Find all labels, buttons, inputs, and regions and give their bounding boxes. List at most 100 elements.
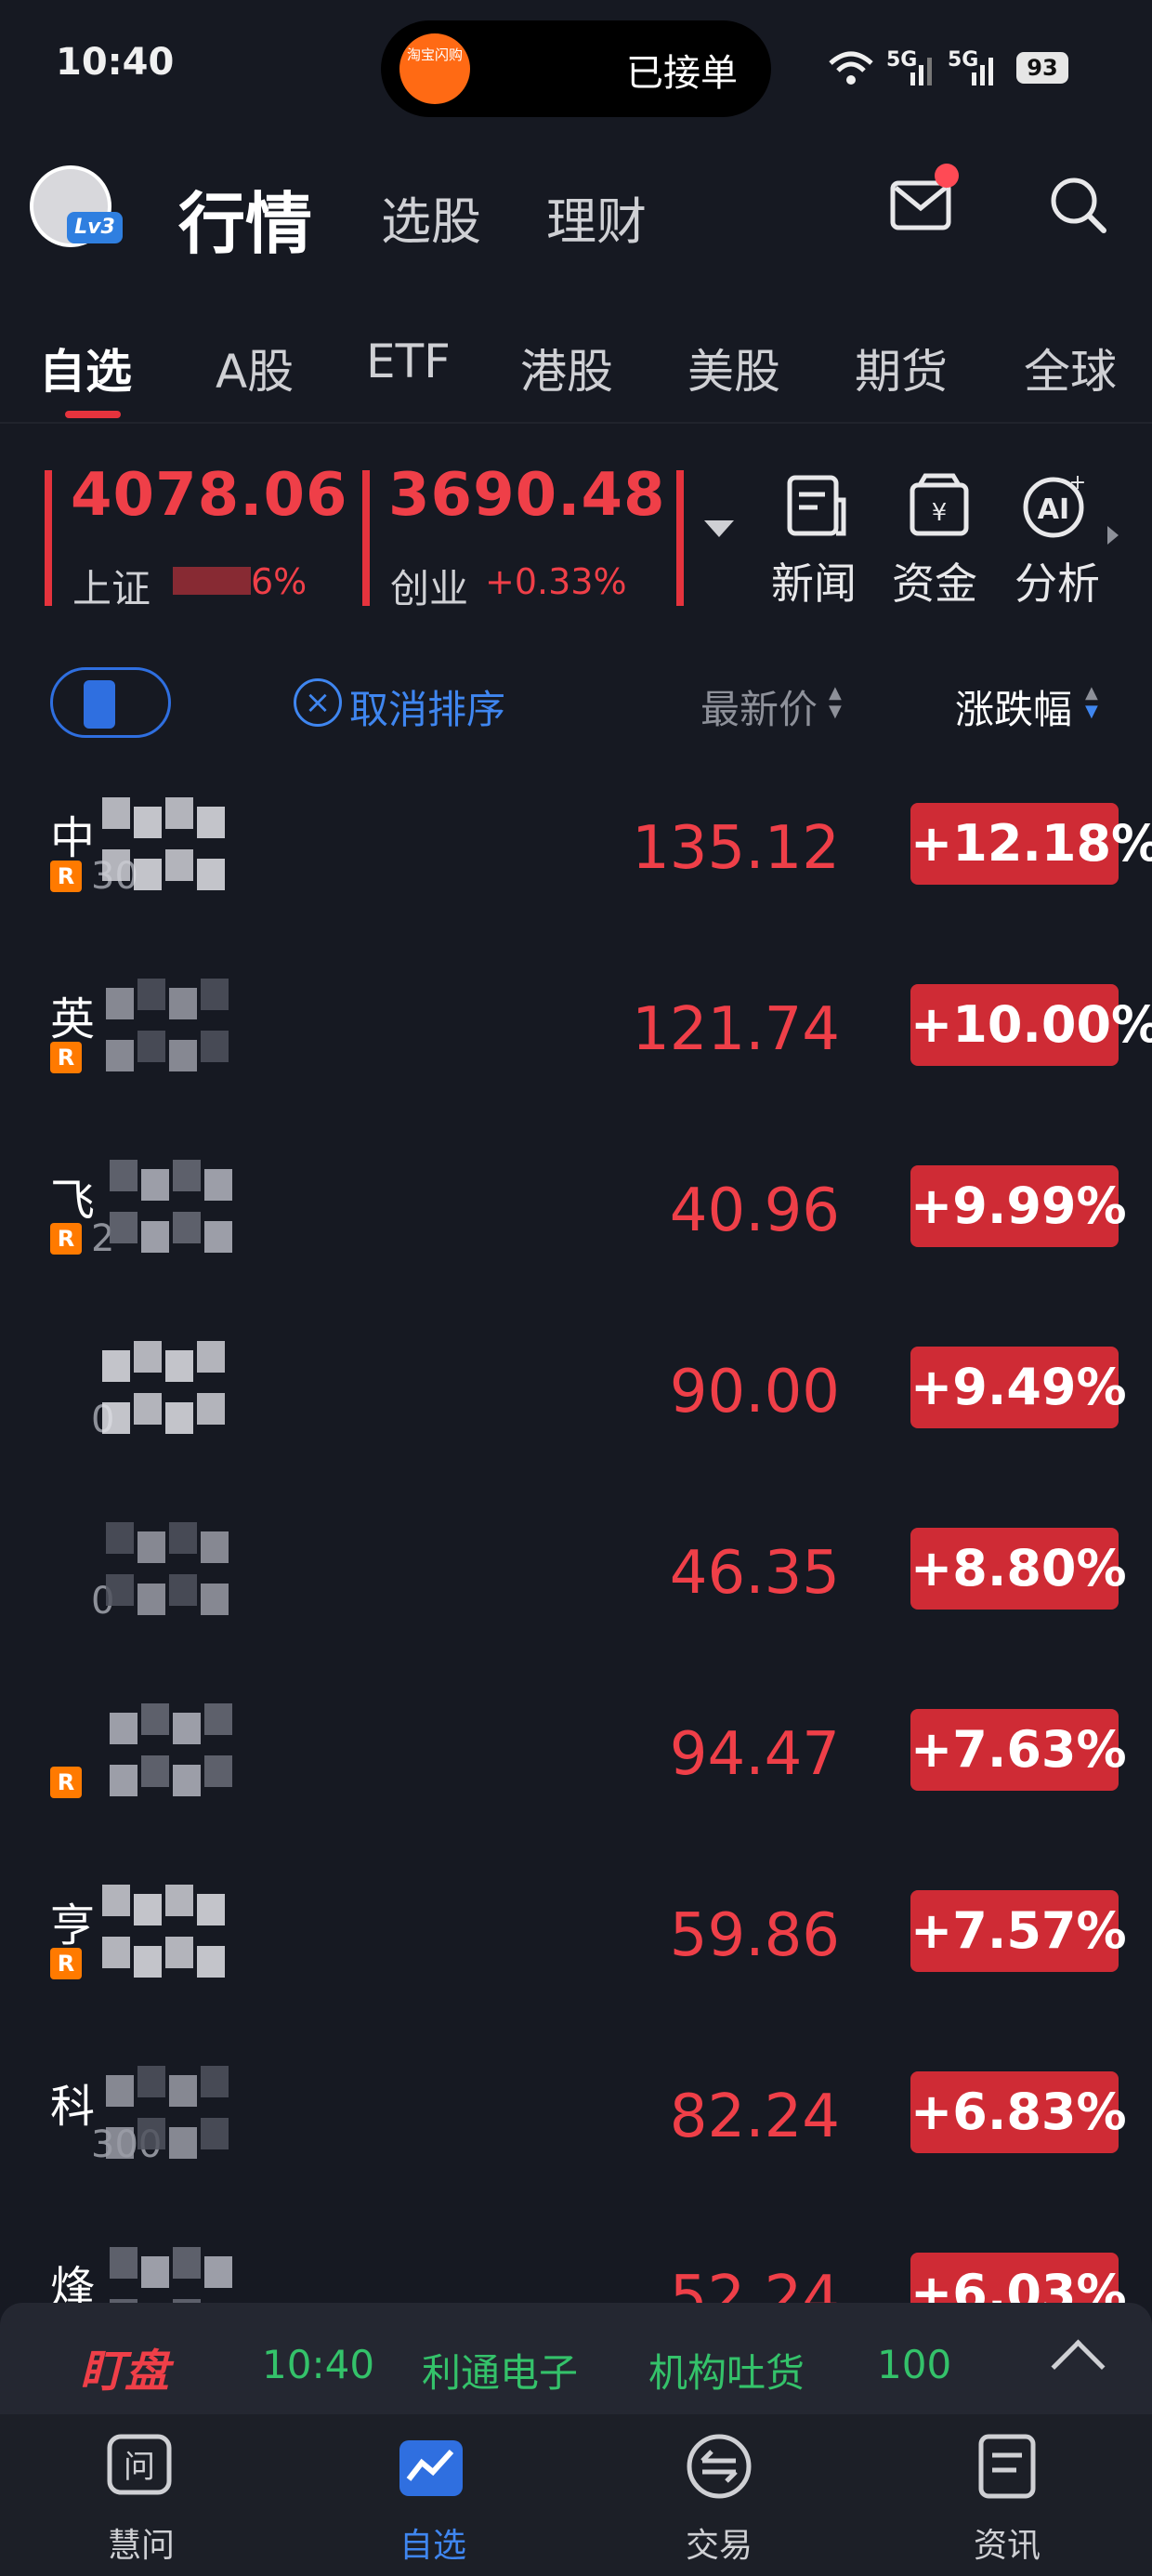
tab-global[interactable]: 全球 xyxy=(1024,335,1117,401)
toggle-knob xyxy=(84,680,115,729)
watchlist-icon[interactable] xyxy=(396,2431,466,2502)
ticker-stock[interactable]: 利通电子 xyxy=(422,2342,578,2399)
pixelation-mask xyxy=(102,1885,242,1994)
svg-text:+: + xyxy=(1069,472,1086,494)
bottom-nav-trade[interactable]: 交易 xyxy=(645,2518,793,2567)
index-sh-change: 6% xyxy=(251,561,308,602)
tab-divider xyxy=(0,422,1152,424)
sort-arrows-icon: ▲ ▼ xyxy=(829,683,842,721)
nav-market[interactable]: 行情 xyxy=(178,169,312,267)
stock-name: 亨 xyxy=(50,1899,96,1952)
ticker-brand: 盯盘 xyxy=(80,2346,170,2398)
bottom-nav: 问 慧问 自选 交易 资讯 xyxy=(0,2414,1152,2576)
change-badge: +6.83% xyxy=(910,2071,1127,2153)
tab-etf[interactable]: ETF xyxy=(366,335,451,388)
news-feed-icon[interactable] xyxy=(972,2431,1042,2502)
status-time: 10:40 xyxy=(56,41,175,84)
bottom-nav-ask[interactable]: 慧问 xyxy=(67,2518,216,2567)
fund-flow-icon[interactable]: ¥ xyxy=(907,472,972,539)
change-badge: +7.63% xyxy=(910,1709,1127,1791)
index-accent-bar xyxy=(362,470,370,606)
sort-arrows-icon: ▲ ▼ xyxy=(1085,683,1098,721)
tab-hk-stocks[interactable]: 港股 xyxy=(520,335,613,401)
change-badge: +8.80% xyxy=(910,1528,1127,1610)
mail-icon[interactable] xyxy=(890,180,951,230)
trade-icon[interactable] xyxy=(684,2431,754,2502)
change-badge: +10.00% xyxy=(910,984,1152,1066)
level-badge: Lv3 xyxy=(67,212,123,243)
chevron-up-icon[interactable] xyxy=(1051,2339,1106,2394)
pixelation-mask xyxy=(106,979,245,1088)
stock-price: 90.00 xyxy=(669,1358,840,1426)
island-text: 已接单 xyxy=(626,52,738,95)
dynamic-island[interactable]: 淘宝闪购 已接单 xyxy=(381,20,771,117)
index-cy-name: 创业 xyxy=(390,566,469,611)
news-icon[interactable] xyxy=(784,472,849,539)
stock-price: 121.74 xyxy=(632,995,840,1064)
ticker-amount: 100 xyxy=(877,2342,952,2387)
tab-us-stocks[interactable]: 美股 xyxy=(687,335,780,401)
price-column-header[interactable]: 最新价 xyxy=(700,678,818,735)
index-cy-value[interactable]: 3690.48 xyxy=(388,461,666,530)
island-app-icon: 淘宝闪购 xyxy=(399,33,470,104)
stock-row[interactable]: 中R30135.12+12.18% xyxy=(0,768,1152,949)
svg-text:问: 问 xyxy=(124,2449,155,2486)
svg-text:AI: AI xyxy=(1038,493,1069,526)
change-badge: +9.99% xyxy=(910,1165,1127,1247)
stock-row[interactable]: R 94.47 +7.63% xyxy=(0,1674,1152,1855)
index-accent-bar xyxy=(45,470,52,606)
index-accent-bar xyxy=(676,470,684,606)
stock-price: 82.24 xyxy=(669,2083,840,2151)
nav-wealth[interactable]: 理财 xyxy=(546,180,647,254)
stock-name: 科 xyxy=(50,2081,96,2133)
pixelation-mask xyxy=(173,567,251,595)
change-badge: +12.18% xyxy=(910,803,1152,885)
nav-stock-picker[interactable]: 选股 xyxy=(381,180,481,254)
signal-bars-icon xyxy=(972,58,993,85)
margin-badge: R xyxy=(50,861,82,892)
wifi-icon xyxy=(829,51,873,85)
ask-icon[interactable]: 问 xyxy=(104,2431,175,2502)
stock-row[interactable]: 飞 R 2 40.96 +9.99% xyxy=(0,1130,1152,1311)
stock-price: 59.86 xyxy=(669,1901,840,1970)
stock-price: 46.35 xyxy=(669,1539,840,1608)
ai-analysis-icon[interactable]: AI + xyxy=(1022,472,1087,539)
ticker-event: 机构吐货 xyxy=(648,2350,805,2396)
stock-price: 40.96 xyxy=(669,1176,840,1245)
bottom-nav-watchlist[interactable]: 自选 xyxy=(359,2518,507,2567)
tab-futures[interactable]: 期货 xyxy=(855,335,948,401)
pixelation-mask xyxy=(106,1522,245,1632)
ticker-time: 10:40 xyxy=(262,2342,375,2387)
chevron-right-icon[interactable] xyxy=(1107,526,1119,545)
margin-badge: R xyxy=(50,1767,82,1798)
stock-row[interactable]: 090.00+9.49% xyxy=(0,1311,1152,1492)
pixelation-mask xyxy=(102,797,242,907)
tool-analysis-label[interactable]: 分析 xyxy=(1015,550,1100,611)
index-sh-name: 上证 xyxy=(72,566,151,611)
signal-bars-icon xyxy=(910,58,932,85)
svg-text:¥: ¥ xyxy=(932,499,948,527)
tab-watchlist[interactable]: 自选 xyxy=(39,335,132,401)
tool-news-label[interactable]: 新闻 xyxy=(771,550,857,611)
search-icon[interactable] xyxy=(1048,175,1109,236)
bottom-nav-news[interactable]: 资讯 xyxy=(933,2518,1081,2567)
stock-name: 英 xyxy=(50,993,96,1045)
chevron-down-icon[interactable] xyxy=(704,520,734,537)
pixelation-mask xyxy=(110,1703,249,1813)
tab-a-shares[interactable]: A股 xyxy=(216,335,294,401)
close-circle-icon[interactable]: × xyxy=(294,678,342,727)
stock-row[interactable]: 英 R 121.74 +10.00% xyxy=(0,949,1152,1130)
change-badge: +9.49% xyxy=(910,1347,1127,1428)
tool-funds-label[interactable]: 资金 xyxy=(892,550,977,611)
change-column-header[interactable]: 涨跌幅 xyxy=(955,678,1072,735)
market-ticker[interactable]: 盯盘 10:40 利通电子 机构吐货 100 xyxy=(0,2303,1152,2414)
notification-dot xyxy=(935,164,959,188)
stock-row[interactable]: 0 46.35 +8.80% xyxy=(0,1492,1152,1674)
index-sh-value[interactable]: 4078.06 xyxy=(71,461,348,530)
stock-row[interactable]: 科30082.24+6.83% xyxy=(0,2036,1152,2217)
index-cy-change: +0.33% xyxy=(485,561,627,602)
cancel-sort-button[interactable]: 取消排序 xyxy=(349,678,505,735)
pixelation-mask xyxy=(102,1341,242,1451)
stock-row[interactable]: 亨 R 59.86 +7.57% xyxy=(0,1855,1152,2036)
stock-name: 中 xyxy=(50,812,96,864)
